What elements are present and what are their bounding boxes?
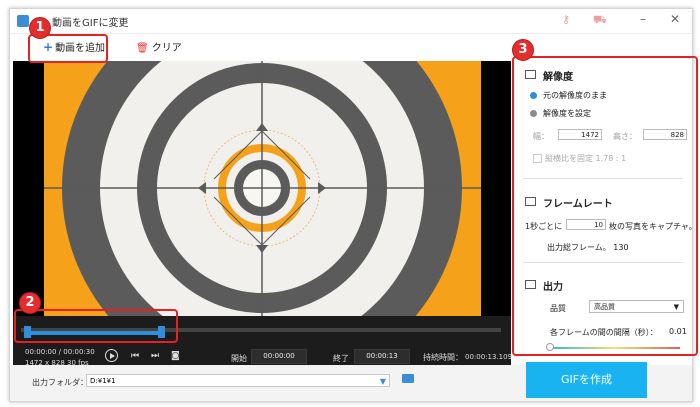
create-gif-button[interactable]: GIFを作成 [526, 362, 647, 398]
highlight-trim [14, 309, 178, 343]
next-frame-icon[interactable]: ⏭ [151, 351, 159, 361]
highlight-settings [512, 56, 698, 356]
output-folder-input[interactable]: D:¥1¥1 ▼ [86, 374, 390, 387]
minimize-icon[interactable]: – [640, 12, 646, 26]
video-frame [44, 61, 481, 316]
output-folder-label: 出力フォルダ： [32, 378, 88, 387]
trash-icon: 🗑 [136, 43, 149, 54]
play-button[interactable] [105, 349, 118, 362]
step-badge-2: 2 [19, 292, 41, 314]
duration-value: 00:00:13.109 [465, 353, 513, 361]
prev-frame-icon[interactable]: ⏮ [131, 351, 139, 361]
close-icon[interactable]: ✕ [670, 12, 680, 26]
cart-icon[interactable]: ⛟ [593, 13, 607, 28]
clear-label: クリア [151, 43, 182, 54]
title-bar: 動画をGIFに変更 ⚷ ⛟ – ✕ [10, 9, 692, 34]
folder-icon[interactable] [402, 374, 414, 383]
end-time-input[interactable]: 00:00:13 [354, 349, 410, 364]
duration-label: 持続時間： [423, 353, 463, 362]
video-preview [13, 61, 511, 316]
snapshot-icon[interactable]: ◙ [171, 351, 180, 361]
window-title: 動画をGIFに変更 [52, 18, 129, 29]
time-readout: 00:00:00 / 00:00:30 [25, 348, 95, 356]
key-icon[interactable]: ⚷ [562, 13, 570, 26]
crosshair-graphic [44, 61, 481, 316]
start-label: 開始 [231, 354, 247, 363]
step-badge-3: 3 [512, 39, 534, 61]
app-logo-icon [17, 15, 29, 27]
clear-button[interactable]: 🗑 クリア [136, 39, 182, 54]
output-folder-path: D:¥1¥1 [90, 377, 116, 385]
start-time-input[interactable]: 00:00:00 [251, 349, 307, 364]
end-label: 終了 [333, 354, 349, 363]
chevron-down-icon[interactable]: ▼ [380, 375, 386, 388]
step-badge-1: 1 [29, 17, 51, 39]
